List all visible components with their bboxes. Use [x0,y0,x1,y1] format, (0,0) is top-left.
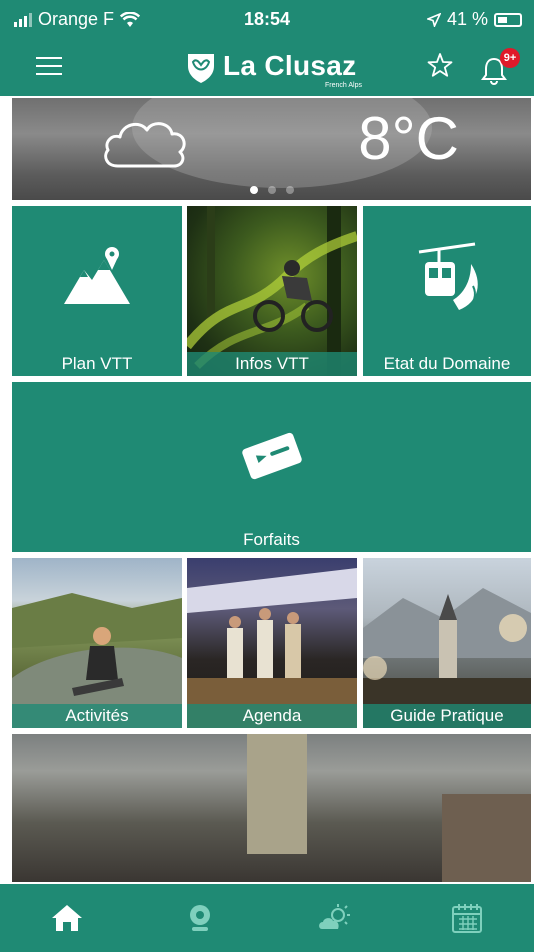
tile-forfaits[interactable]: Forfaits [12,382,531,552]
mountain-bike-photo [187,206,357,376]
logo-text: La Clusaz [223,50,357,81]
weather-temperature: 8°C [358,105,459,172]
menu-button[interactable] [36,57,62,77]
carousel-dot[interactable] [285,186,294,194]
tile-label: Forfaits [243,530,300,549]
status-right: 41 % [426,9,522,30]
home-icon [51,905,82,931]
map-mountain-icon [12,246,182,306]
tile-etat-domaine[interactable]: Etat du Domaine [363,206,531,376]
status-bar: Orange F 18:54 41 % [0,0,534,40]
tile-agenda[interactable]: Agenda [187,558,357,728]
guide-photo [363,588,531,728]
carousel-dots [12,186,531,194]
activities-photo [12,593,182,728]
tile-label: Etat du Domaine [383,354,511,373]
ski-pass-icon [12,432,531,480]
app-header: La Clusaz French Alps 9+ [0,40,534,96]
notifications-button[interactable]: 9+ [480,48,520,85]
location-arrow-icon [426,12,441,27]
carousel-dot[interactable] [267,186,276,194]
cloud-icon [104,122,186,168]
tile-activites[interactable]: Activités [12,558,182,728]
cable-car-icon [363,242,531,312]
nav-webcam[interactable] [134,884,268,952]
calendar-icon [452,904,483,933]
battery-icon [494,12,522,27]
carousel-dot[interactable] [249,186,258,194]
tile-label: Infos VTT [187,352,357,376]
tile-plan-vtt[interactable]: Plan VTT [12,206,182,376]
tile-label: Plan VTT [61,354,133,373]
tile-label: Agenda [187,704,357,728]
logo-subtitle: French Alps [325,82,362,89]
weather-banner[interactable]: 8°C [12,98,531,200]
agenda-photo [187,568,357,728]
tile-label: Activités [12,704,182,728]
notification-badge: 9+ [500,48,520,68]
webcam-preview[interactable] [12,734,531,882]
bottom-nav [0,884,534,952]
weather-icon [318,904,350,929]
favorites-button[interactable] [427,52,453,85]
tile-guide-pratique[interactable]: Guide Pratique [363,558,531,728]
tile-label: Guide Pratique [363,704,531,728]
logo: La Clusaz French Alps [185,46,365,92]
star-icon [427,53,453,77]
logo-shield-icon [188,54,214,83]
battery-percent: 41 % [446,9,488,29]
webcam-icon [190,905,211,931]
nav-home[interactable] [0,884,134,952]
tile-infos-vtt[interactable]: Infos VTT [187,206,357,376]
nav-agenda[interactable] [401,884,534,952]
nav-weather[interactable] [267,884,401,952]
